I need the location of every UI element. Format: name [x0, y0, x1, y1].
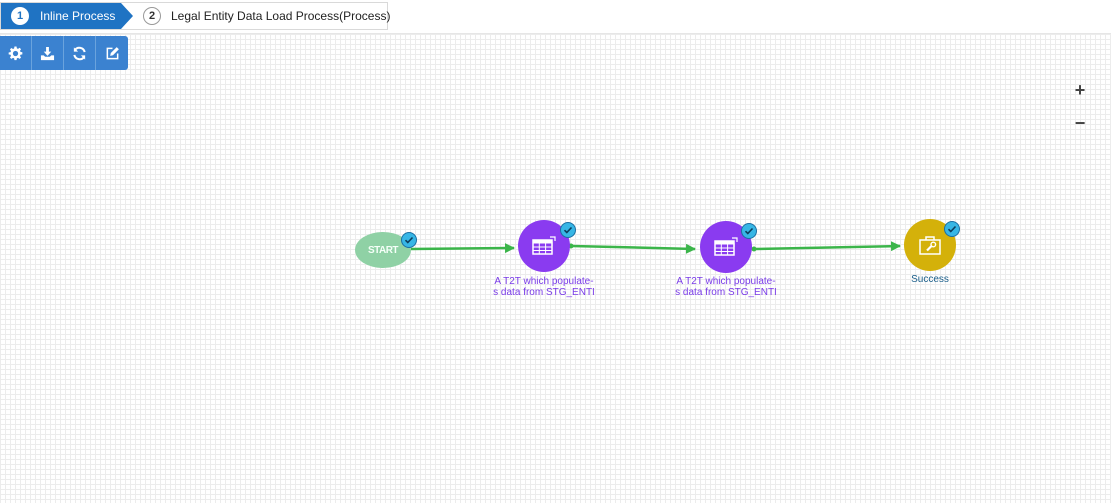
table-icon	[714, 237, 738, 256]
start-label: START	[367, 244, 399, 256]
check-icon	[560, 222, 576, 238]
edge-task2-to-success[interactable]	[754, 241, 901, 252]
check-icon	[401, 232, 417, 248]
label-line: s data from STG_ENTI	[675, 287, 777, 298]
task-node-1-label: A T2T which populate- s data from STG_EN…	[479, 276, 609, 298]
table-icon	[532, 236, 556, 255]
label-line: s data from STG_ENTI	[493, 287, 595, 298]
check-icon	[741, 223, 757, 239]
toolbox-icon	[919, 236, 941, 255]
app-root: 1 Inline Process 2 Legal Entity Data Loa…	[0, 0, 1111, 503]
label-line: A T2T which populate-	[494, 276, 594, 287]
check-icon	[944, 221, 960, 237]
edge-start-to-task1[interactable]	[410, 243, 515, 254]
edge-task1-to-task2[interactable]	[571, 243, 696, 254]
label-line: A T2T which populate-	[676, 276, 776, 287]
success-label: Success	[911, 274, 949, 285]
task-node-2-label: A T2T which populate- s data from STG_EN…	[661, 276, 791, 298]
